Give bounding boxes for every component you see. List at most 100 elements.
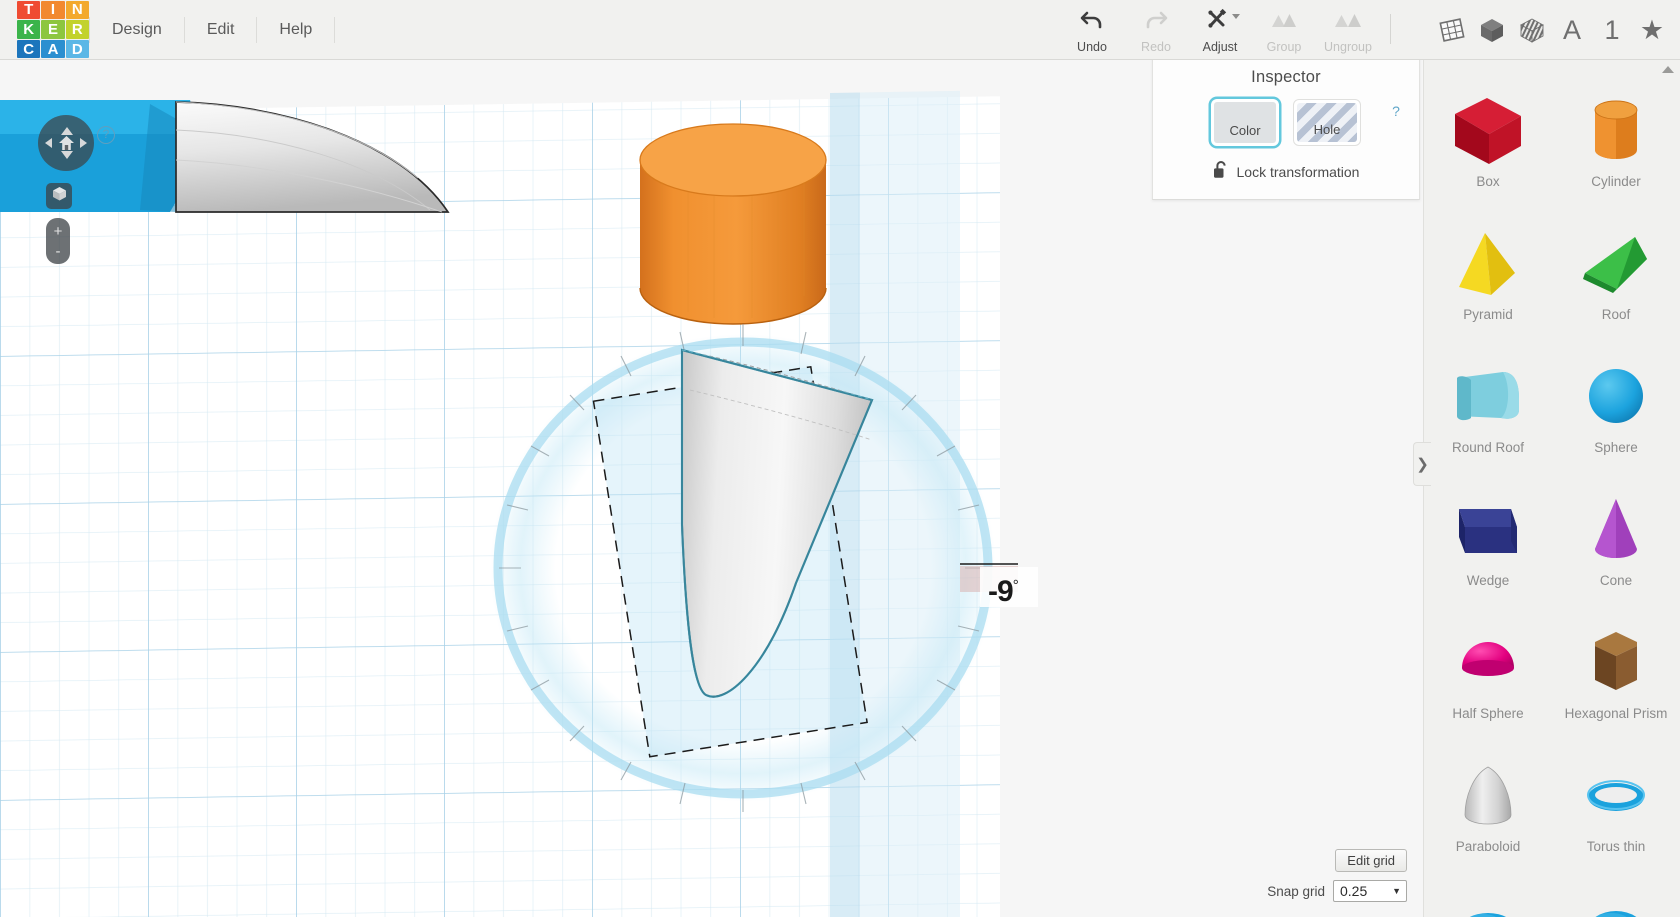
redo-button[interactable]: Redo [1124, 0, 1188, 58]
shape-label: Torus thin [1586, 839, 1646, 854]
adjust-dropdown-caret-icon[interactable] [1232, 14, 1240, 19]
inspector-help-icon[interactable]: ? [1389, 104, 1403, 118]
menu-help[interactable]: Help [257, 0, 334, 60]
toolbar-actions: Undo Redo Adjust Group Ungroup [1060, 0, 1401, 60]
logo-tile-i: I [41, 0, 65, 20]
ungroup-label: Ungroup [1324, 40, 1372, 54]
adjust-label: Adjust [1202, 40, 1238, 54]
shape-item-torus[interactable]: Torus [1424, 872, 1552, 917]
redo-label: Redo [1141, 40, 1171, 54]
tinkercad-logo[interactable]: TIN KER CAD [17, 0, 89, 59]
shape-item-cylinder[interactable]: Cylinder [1552, 74, 1680, 207]
torus-thin-icon [1573, 757, 1659, 835]
menu-edit[interactable]: Edit [185, 0, 257, 60]
hex-prism-icon [1573, 624, 1659, 702]
shape-label: Sphere [1594, 440, 1638, 455]
menu-design[interactable]: Design [90, 0, 184, 60]
fit-view-cube-button[interactable] [46, 183, 72, 209]
shape-label: Box [1476, 174, 1500, 189]
shape-label: Pyramid [1463, 307, 1513, 322]
shape-item-box[interactable]: Box [1424, 74, 1552, 207]
workplane-grid-icon[interactable] [1432, 6, 1472, 54]
shape-item-sphere[interactable]: Sphere [1552, 340, 1680, 473]
toolbar-divider [1390, 14, 1391, 44]
number-one-icon[interactable]: 1 [1592, 6, 1632, 54]
orbit-right-arrow-icon[interactable] [80, 138, 87, 148]
chevron-down-icon: ▼ [1392, 886, 1401, 896]
shapes-grid: Box Cylinder Pyramid Roof Round Roof Sph… [1424, 60, 1680, 917]
group-button[interactable]: Group [1252, 0, 1316, 58]
redo-arrow-icon [1143, 8, 1169, 37]
hatched-cube-icon[interactable] [1512, 6, 1552, 54]
hole-swatch: Hole [1297, 103, 1357, 142]
rotation-angle-value: -9 [988, 575, 1014, 608]
logo-tile-k: K [17, 20, 41, 39]
adjust-tools-icon [1206, 8, 1234, 37]
group-label: Group [1266, 40, 1302, 54]
color-label: Color [1229, 123, 1261, 138]
group-mountains-icon [1269, 8, 1299, 37]
hole-mode-button[interactable]: Hole [1293, 99, 1361, 146]
color-mode-button[interactable]: Color [1211, 99, 1279, 146]
shape-item-torus-thick[interactable]: Torus thick [1552, 872, 1680, 917]
zoom-in-button[interactable]: + [54, 224, 63, 239]
panel-collapse-handle[interactable]: ❯ [1413, 442, 1431, 486]
undo-button[interactable]: Undo [1060, 0, 1124, 58]
shape-item-wedge[interactable]: Wedge [1424, 473, 1552, 606]
edit-grid-button[interactable]: Edit grid [1335, 849, 1407, 872]
blue-airplane-body [0, 100, 200, 212]
shape-item-roof[interactable]: Roof [1552, 207, 1680, 340]
snap-grid-select[interactable]: 0.25 ▼ [1333, 880, 1407, 902]
half-sphere-icon [1445, 624, 1531, 702]
view-orbit-control[interactable] [38, 115, 94, 171]
round-roof-icon [1445, 358, 1531, 436]
adjust-button[interactable]: Adjust [1188, 0, 1252, 58]
shape-item-pyramid[interactable]: Pyramid [1424, 207, 1552, 340]
star-icon[interactable]: ★ [1632, 6, 1672, 54]
shape-label: Half Sphere [1452, 706, 1524, 721]
ungroup-mountains-icon [1333, 8, 1363, 37]
undo-label: Undo [1077, 40, 1107, 54]
shape-item-torus-thin[interactable]: Torus thin [1552, 739, 1680, 872]
undo-arrow-icon [1079, 8, 1105, 37]
wedge-icon [1445, 491, 1531, 569]
scroll-up-arrow-icon[interactable] [1662, 66, 1674, 73]
text-a-icon[interactable]: A [1552, 6, 1592, 54]
inspector-mode-row: Color Hole [1153, 99, 1419, 146]
snap-grid-value: 0.25 [1340, 883, 1368, 899]
shape-item-paraboloid[interactable]: Paraboloid [1424, 739, 1552, 872]
logo-tile-a: A [41, 39, 65, 59]
logo-tile-t: T [17, 0, 41, 20]
zoom-out-button[interactable]: - [56, 244, 61, 259]
home-icon[interactable] [58, 135, 74, 151]
hole-label: Hole [1313, 122, 1341, 137]
shape-label: Wedge [1466, 573, 1510, 588]
solid-cube-icon[interactable] [1472, 6, 1512, 54]
rotation-angle-unit: ° [1012, 577, 1019, 594]
grid-controls: Edit grid Snap grid 0.25 ▼ [1267, 849, 1407, 902]
rotation-angle-readout: -9° [988, 575, 1019, 609]
lock-transformation-row[interactable]: Lock transformation [1153, 160, 1419, 184]
view-navigation-widget: + - [38, 115, 98, 264]
logo-tile-c: C [17, 39, 41, 59]
shape-item-cone[interactable]: Cone [1552, 473, 1680, 606]
shape-item-hex-prism[interactable]: Hexagonal Prism [1552, 606, 1680, 739]
box-icon [1445, 92, 1531, 170]
inspector-title: Inspector [1251, 68, 1321, 86]
shape-item-half-sphere[interactable]: Half Sphere [1424, 606, 1552, 739]
pyramid-icon [1445, 225, 1531, 303]
canvas-help-icon[interactable]: ? [97, 126, 115, 144]
orange-cylinder [639, 123, 827, 325]
orbit-down-arrow-icon[interactable] [61, 151, 73, 159]
orbit-up-arrow-icon[interactable] [61, 127, 73, 135]
paraboloid-icon [1445, 757, 1531, 835]
zoom-controls: + - [46, 218, 70, 264]
ungroup-button[interactable]: Ungroup [1316, 0, 1380, 58]
shape-item-round-roof[interactable]: Round Roof [1424, 340, 1552, 473]
sphere-icon [1573, 358, 1659, 436]
unlocked-padlock-icon [1213, 160, 1229, 184]
orbit-left-arrow-icon[interactable] [45, 138, 52, 148]
color-swatch: Color [1214, 102, 1276, 143]
view-mode-icons: A 1 ★ [1432, 0, 1672, 60]
shape-label: Roof [1601, 307, 1631, 322]
